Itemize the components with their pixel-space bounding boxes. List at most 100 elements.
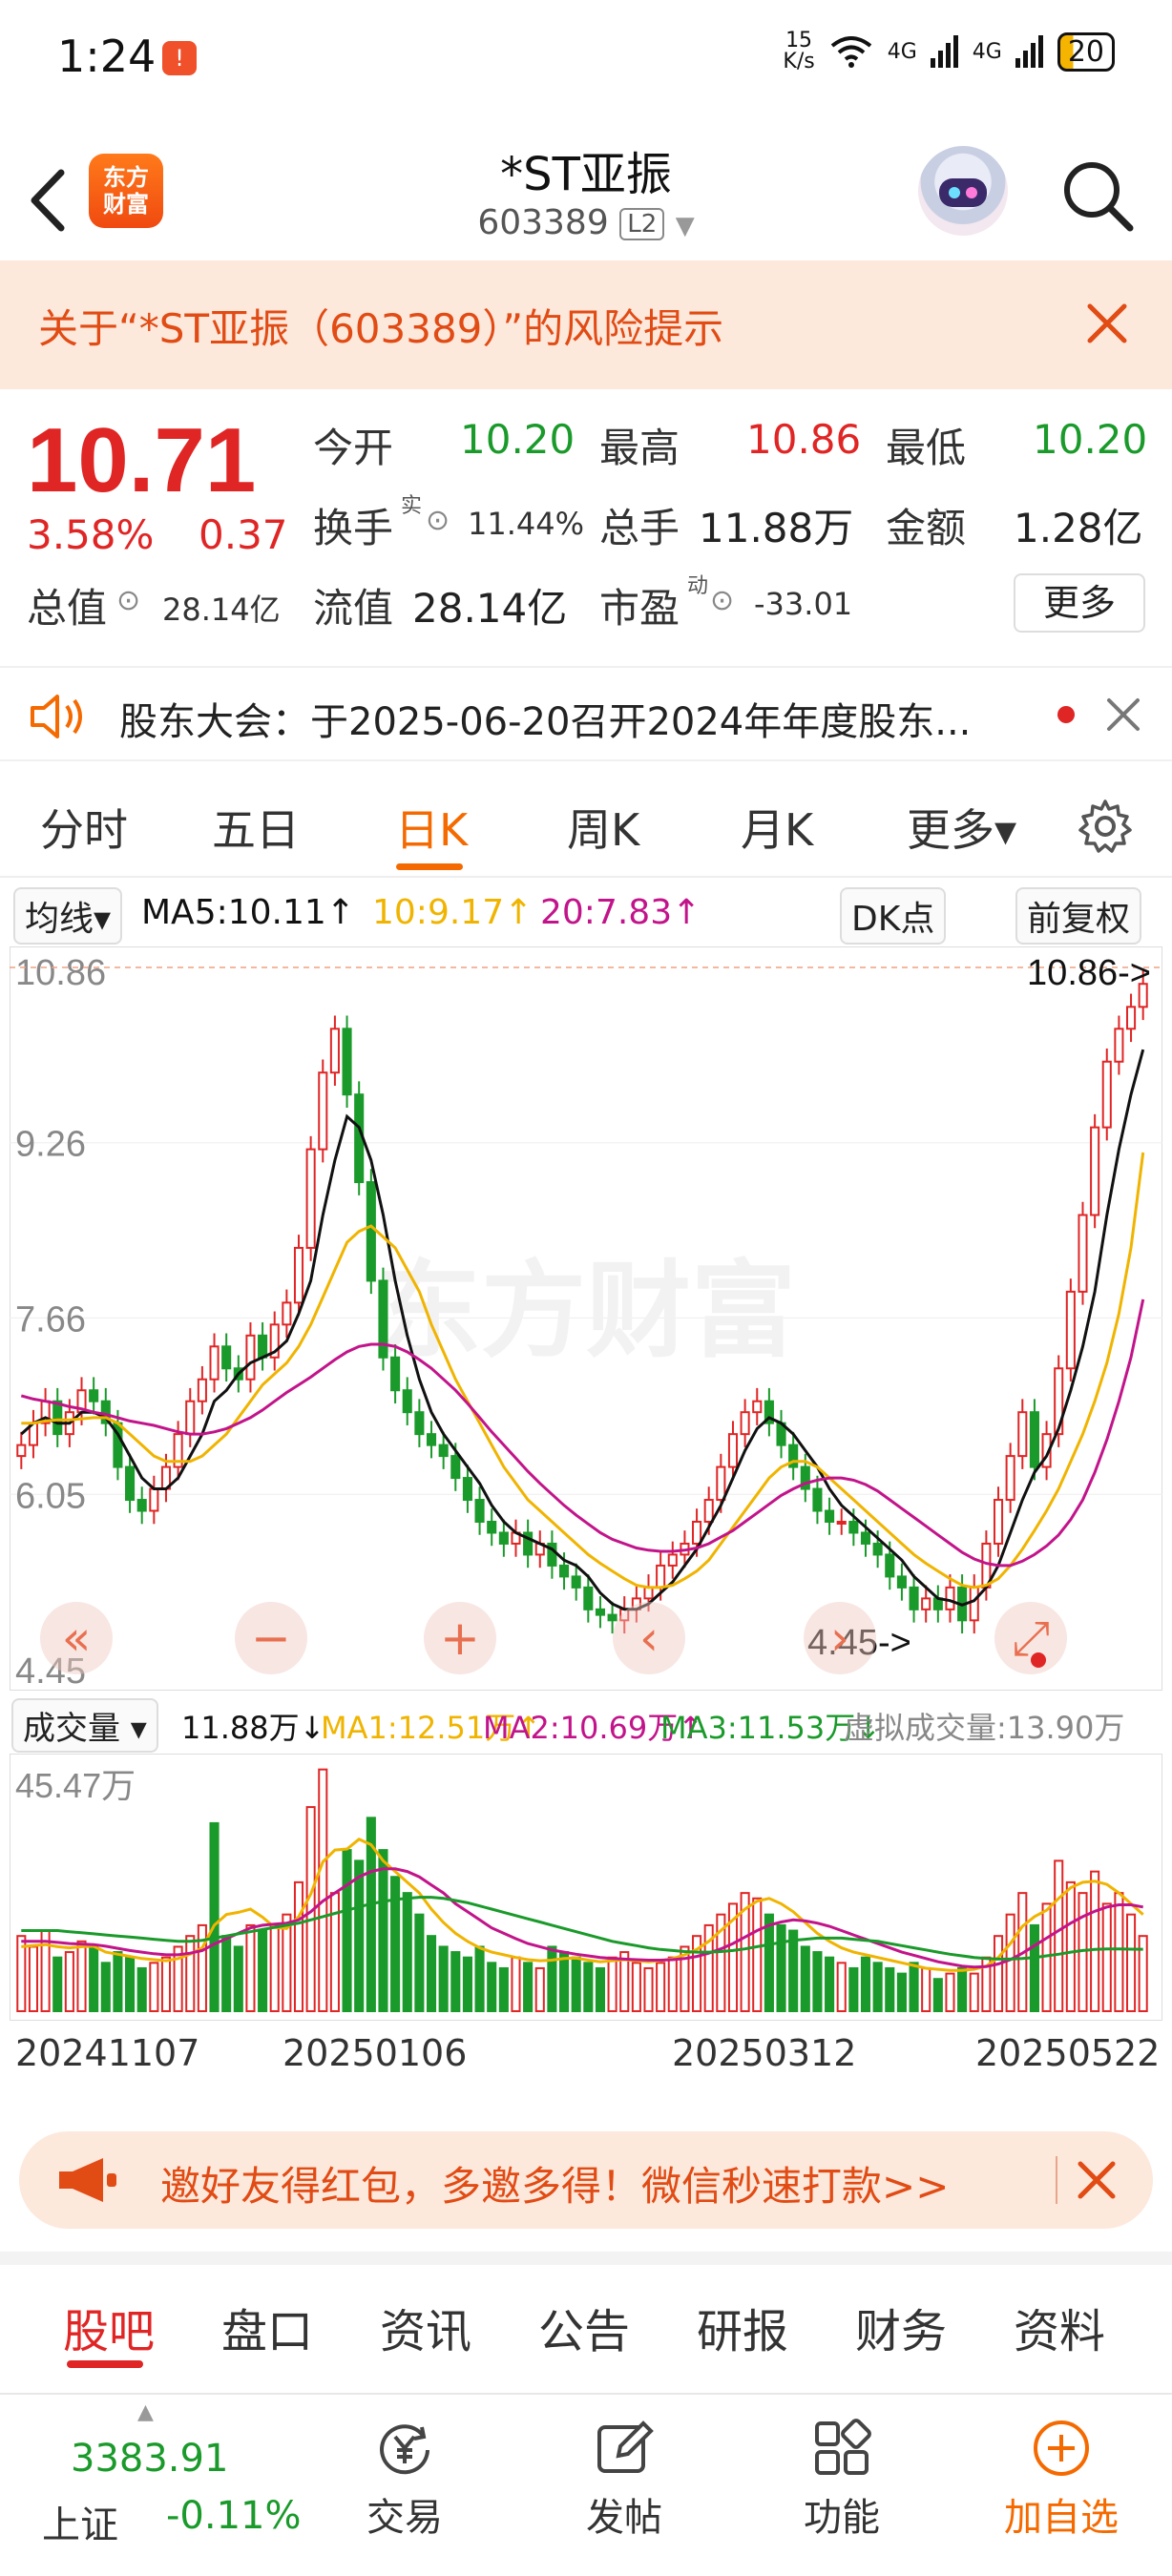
tab-weekly-k[interactable]: 周K (567, 796, 639, 859)
y-tick-label: 10.86 (15, 953, 106, 993)
info-icon[interactable]: ⊙ (426, 504, 450, 537)
close-icon[interactable] (1080, 297, 1134, 350)
plus-icon[interactable]: + (424, 1602, 496, 1674)
change-percent: 3.58% (27, 511, 155, 558)
back-arrow-icon[interactable] (27, 167, 69, 234)
tab-monthly-k[interactable]: 月K (741, 796, 813, 859)
candle-body (221, 1345, 232, 1370)
robot-assistant-icon[interactable] (918, 146, 1008, 236)
volume-bar (28, 1945, 39, 2012)
eastmoney-logo[interactable]: 东方 财富 (89, 154, 163, 228)
tab-order-book[interactable]: 盘口 (221, 2294, 313, 2360)
volume-bar (221, 1935, 232, 2012)
volume-selector[interactable]: 成交量 ▾ (11, 1698, 158, 1753)
tab-research[interactable]: 研报 (697, 2294, 788, 2360)
candlestick-chart[interactable]: 10.869.267.666.054.45东方财富10.86->4.45->«−… (10, 946, 1162, 1691)
volume-bar (426, 1935, 437, 2012)
volume-bar (631, 1962, 641, 2012)
adjust-button[interactable]: 前复权 (1015, 887, 1142, 945)
volume-bar (885, 1966, 895, 2013)
candle-body (305, 1148, 316, 1249)
volume-bar (1029, 1923, 1039, 2012)
pan-left-icon[interactable]: ‹ (613, 1602, 685, 1674)
candle-body (812, 1487, 823, 1512)
amount-value: 1.28亿 (1014, 505, 1143, 551)
settings-gear-icon[interactable] (1077, 798, 1134, 855)
tab-finance[interactable]: 财务 (855, 2294, 947, 2360)
candle-body (414, 1411, 425, 1436)
announcement-bar[interactable]: 股东大会：于2025-06-20召开2024年年度股东... (0, 666, 1172, 761)
volume-bar (969, 1972, 979, 2012)
candle-body (643, 1586, 654, 1600)
high-label: 最高 (599, 425, 680, 471)
risk-warning-banner[interactable]: 关于“*ST亚振（603389）”的风险提示 (0, 260, 1172, 389)
risk-warning-text[interactable]: 关于“*ST亚振（603389）”的风险提示 (38, 297, 723, 355)
tab-intraday[interactable]: 分时 (40, 796, 128, 859)
candle-body (125, 1465, 136, 1502)
search-icon[interactable] (1059, 157, 1136, 234)
tab-news[interactable]: 资讯 (380, 2294, 471, 2360)
volume-bar (872, 1962, 883, 2012)
high-value: 10.86 (746, 416, 862, 463)
volume-bar (825, 1956, 835, 2012)
control-button-glyph: + (440, 1610, 480, 1666)
candle-body (1090, 1126, 1100, 1216)
minus-icon[interactable]: − (235, 1602, 307, 1674)
nav-trade[interactable]: 交易 (309, 2395, 500, 2542)
volume-bar (860, 1956, 871, 2012)
volume-bar (547, 1945, 557, 2012)
status-time: 1:24 (57, 31, 157, 82)
candle-body (848, 1520, 859, 1534)
candle-body (716, 1465, 726, 1502)
invite-close-icon[interactable] (1073, 2156, 1120, 2204)
candle-body (945, 1586, 955, 1610)
invite-banner[interactable]: 邀好友得红包，多邀多得！微信秒速打款>> (19, 2131, 1153, 2229)
candle-body (583, 1586, 594, 1610)
tab-profile[interactable]: 资料 (1014, 2294, 1105, 2360)
more-button[interactable]: 更多 (1014, 573, 1145, 633)
tab-guba[interactable]: 股吧 (63, 2294, 155, 2360)
open-label: 今开 (313, 425, 394, 471)
volume-bar (607, 1956, 617, 2012)
volume-bar (378, 1849, 388, 2012)
period-tabs: 分时 五日 日K 周K 月K 更多▾ (0, 773, 1172, 878)
invite-text[interactable]: 邀好友得红包，多邀多得！微信秒速打款>> (160, 2154, 949, 2212)
candle-body (703, 1499, 714, 1523)
dk-point-button[interactable]: DK点 (840, 887, 947, 945)
volume-bar (1101, 1902, 1112, 2012)
volume-bar (1114, 1892, 1124, 2012)
candle-body (836, 1520, 847, 1525)
announcement-text[interactable]: 股东大会：于2025-06-20召开2024年年度股东... (119, 691, 971, 746)
tab-daily-k[interactable]: 日K (395, 796, 468, 859)
mktcap-info-icon[interactable]: ⊙ (116, 584, 140, 617)
nav-add-watchlist[interactable]: 加自选 (966, 2395, 1157, 2542)
pe-info-icon[interactable]: ⊙ (710, 584, 734, 617)
volume-bar (1005, 1913, 1015, 2013)
notice-close-icon[interactable] (1103, 695, 1143, 735)
change-amount: 0.37 (199, 511, 288, 558)
pan-right-icon[interactable]: › (804, 1602, 876, 1674)
volume-bar (52, 1956, 63, 2012)
stock-code-row[interactable]: 603389 L2 ▼ (395, 203, 777, 242)
battery-icon: 20 (1057, 31, 1115, 72)
tab-five-day[interactable]: 五日 (212, 796, 300, 859)
volume-chart[interactable]: 45.47万 (10, 1754, 1162, 2021)
nav-functions[interactable]: 功能 (746, 2395, 937, 2542)
expand-icon[interactable]: ⤢ (994, 1602, 1067, 1674)
quote-panel: 10.71 3.58% 0.37 今开 10.20 最高 10.86 最低 10… (0, 389, 1172, 656)
tab-more[interactable]: 更多▾ (907, 796, 1016, 859)
volume-bar (945, 1972, 955, 2012)
open-value: 10.20 (460, 416, 576, 463)
pe-value: -33.01 (754, 586, 853, 622)
bottom-nav: ▲ 3383.91 上证 -0.11% 交易 发帖 功能 加自选 (0, 2393, 1172, 2576)
volume-bar (197, 1923, 207, 2012)
volume-bar (523, 1962, 534, 2012)
candle-body (282, 1301, 292, 1326)
ma-selector[interactable]: 均线▾ (13, 887, 123, 945)
date-label: 20241107 (15, 2032, 200, 2074)
nav-post[interactable]: 发帖 (529, 2395, 720, 2542)
signal-bars-icon (930, 35, 958, 68)
tab-announcements[interactable]: 公告 (538, 2294, 630, 2360)
zoom-out-icon[interactable]: « (40, 1602, 113, 1674)
candle-body (667, 1553, 678, 1567)
